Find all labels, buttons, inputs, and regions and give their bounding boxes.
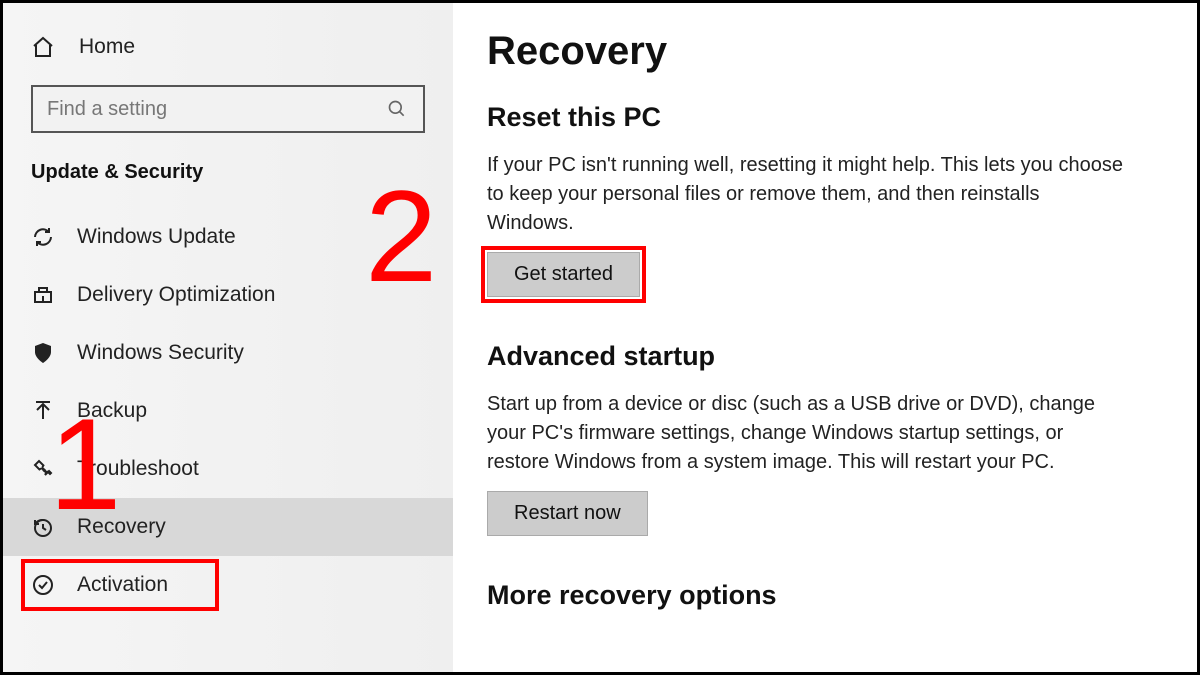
sidebar-item-troubleshoot[interactable]: Troubleshoot xyxy=(3,440,453,498)
home-icon xyxy=(31,35,55,59)
section-advanced-startup: Advanced startup Start up from a device … xyxy=(487,341,1149,536)
sidebar-item-label: Activation xyxy=(77,573,168,597)
check-circle-icon xyxy=(31,573,55,597)
sidebar-item-label: Recovery xyxy=(77,515,166,539)
home-label: Home xyxy=(79,35,135,59)
sidebar-item-backup[interactable]: Backup xyxy=(3,382,453,440)
search-placeholder: Find a setting xyxy=(47,98,167,121)
sidebar-item-windows-update[interactable]: Windows Update xyxy=(3,208,453,266)
sidebar-item-recovery[interactable]: Recovery xyxy=(3,498,453,556)
page-title: Recovery xyxy=(487,29,1149,74)
sidebar-item-activation[interactable]: Activation xyxy=(3,556,453,614)
section-desc: If your PC isn't running well, resetting… xyxy=(487,151,1127,238)
section-desc: Start up from a device or disc (such as … xyxy=(487,390,1127,477)
delivery-icon xyxy=(31,283,55,307)
sidebar-item-label: Troubleshoot xyxy=(77,457,199,481)
sidebar-item-windows-security[interactable]: Windows Security xyxy=(3,324,453,382)
sync-icon xyxy=(31,225,55,249)
get-started-button[interactable]: Get started xyxy=(487,252,640,297)
recovery-icon xyxy=(31,515,55,539)
wrench-icon xyxy=(31,457,55,481)
sidebar-item-delivery-optimization[interactable]: Delivery Optimization xyxy=(3,266,453,324)
section-reset-pc: Reset this PC If your PC isn't running w… xyxy=(487,102,1149,297)
search-input[interactable]: Find a setting xyxy=(31,85,425,133)
search-icon xyxy=(385,97,409,121)
sidebar-category-title: Update & Security xyxy=(3,151,453,208)
settings-sidebar: Home Find a setting Update & Security xyxy=(3,3,453,672)
sidebar-item-label: Backup xyxy=(77,399,147,423)
sidebar-item-label: Windows Update xyxy=(77,225,236,249)
main-content: Recovery Reset this PC If your PC isn't … xyxy=(453,3,1197,672)
section-title: Advanced startup xyxy=(487,341,1149,372)
section-more-recovery: More recovery options xyxy=(487,580,1149,611)
backup-icon xyxy=(31,399,55,423)
section-title: Reset this PC xyxy=(487,102,1149,133)
sidebar-item-label: Delivery Optimization xyxy=(77,283,275,307)
section-title: More recovery options xyxy=(487,580,1149,611)
shield-icon xyxy=(31,341,55,365)
sidebar-item-label: Windows Security xyxy=(77,341,244,365)
sidebar-home[interactable]: Home xyxy=(3,27,453,77)
restart-now-button[interactable]: Restart now xyxy=(487,491,648,536)
